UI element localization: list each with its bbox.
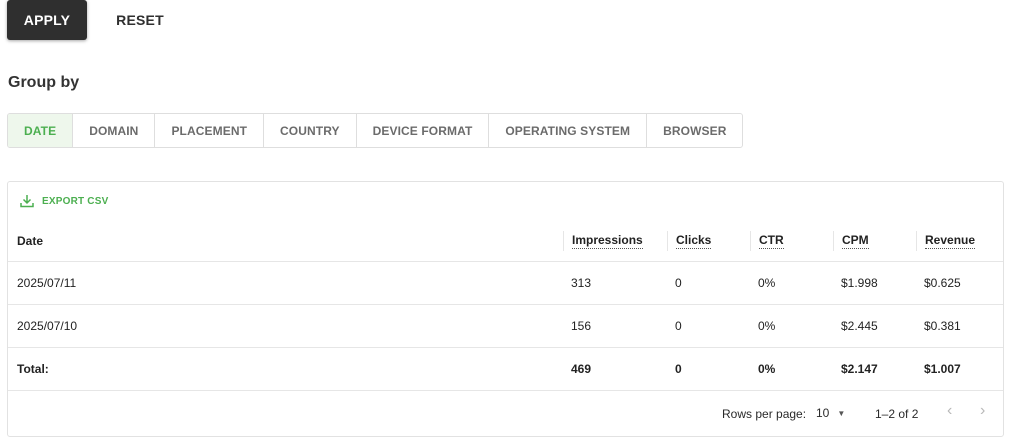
reset-button[interactable]: RESET <box>100 0 180 40</box>
total-ctr: 0% <box>758 362 776 376</box>
ctr-header-label: CTR <box>759 233 784 249</box>
download-icon <box>20 195 34 208</box>
cell-date: 2025/07/10 <box>17 319 78 333</box>
report-table: Date Impressions Clicks CTR CPM Revenue … <box>8 220 1003 391</box>
apply-button[interactable]: APPLY <box>7 0 87 40</box>
cell-cpm: $2.445 <box>841 319 878 333</box>
group-by-tabs: DATE DOMAIN PLACEMENT COUNTRY DEVICE FOR… <box>7 113 744 148</box>
cell-clicks: 0 <box>675 319 682 333</box>
column-header-impressions[interactable]: Impressions <box>563 231 643 251</box>
revenue-header-label: Revenue <box>925 233 976 249</box>
cell-ctr: 0% <box>758 276 776 290</box>
pagination: Rows per page: 10 ▼ 1–2 of 2 ‹ › <box>8 392 1003 436</box>
rows-per-page-label: Rows per page: <box>722 407 807 421</box>
column-header-cpm[interactable]: CPM <box>833 231 869 251</box>
total-cpm: $2.147 <box>841 362 878 376</box>
tab-placement[interactable]: PLACEMENT <box>154 114 263 147</box>
column-header-ctr[interactable]: CTR <box>750 231 784 251</box>
total-impressions: 469 <box>571 362 592 376</box>
cell-ctr: 0% <box>758 319 776 333</box>
rows-per-page-select[interactable]: 10 ▼ <box>816 406 845 420</box>
table-header-row: Date Impressions Clicks CTR CPM Revenue <box>8 220 1003 262</box>
cell-clicks: 0 <box>675 276 682 290</box>
total-clicks: 0 <box>675 362 682 376</box>
total-label: Total: <box>17 362 49 376</box>
chevron-right-icon[interactable]: › <box>980 402 985 420</box>
tab-domain[interactable]: DOMAIN <box>72 114 154 147</box>
cell-cpm: $1.998 <box>841 276 878 290</box>
cell-date: 2025/07/11 <box>17 276 77 290</box>
clicks-header-label: Clicks <box>676 233 712 249</box>
column-header-revenue[interactable]: Revenue <box>916 231 976 251</box>
rows-per-page-value: 10 <box>816 406 830 420</box>
cpm-header-label: CPM <box>842 233 869 249</box>
column-header-clicks[interactable]: Clicks <box>667 231 712 251</box>
chevron-left-icon[interactable]: ‹ <box>947 402 952 420</box>
tab-device-format[interactable]: DEVICE FORMAT <box>355 114 489 147</box>
impressions-header-label: Impressions <box>572 233 643 249</box>
tab-country[interactable]: COUNTRY <box>263 114 356 147</box>
group-by-label: Group by <box>8 74 80 91</box>
export-csv-label: EXPORT CSV <box>42 195 109 207</box>
column-header-date[interactable]: Date <box>17 220 43 261</box>
tab-browser[interactable]: BROWSER <box>646 114 742 147</box>
table-total-row: Total: 469 0 0% $2.147 $1.007 <box>8 348 1003 391</box>
cell-impressions: 156 <box>571 319 592 333</box>
cell-impressions: 313 <box>571 276 592 290</box>
tab-date[interactable]: DATE <box>8 114 73 147</box>
table-row: 2025/07/10 156 0 0% $2.445 $0.381 <box>8 305 1003 348</box>
report-card: EXPORT CSV Date Impressions Clicks CTR C… <box>7 181 1004 437</box>
total-revenue: $1.007 <box>924 362 961 376</box>
table-row: 2025/07/11 313 0 0% $1.998 $0.625 <box>8 262 1003 305</box>
pagination-range: 1–2 of 2 <box>875 407 919 421</box>
export-csv-button[interactable]: EXPORT CSV <box>20 194 108 208</box>
caret-down-icon: ▼ <box>837 408 846 418</box>
cell-revenue: $0.625 <box>924 276 961 290</box>
tab-operating-system[interactable]: OPERATING SYSTEM <box>488 114 646 147</box>
cell-revenue: $0.381 <box>924 319 961 333</box>
